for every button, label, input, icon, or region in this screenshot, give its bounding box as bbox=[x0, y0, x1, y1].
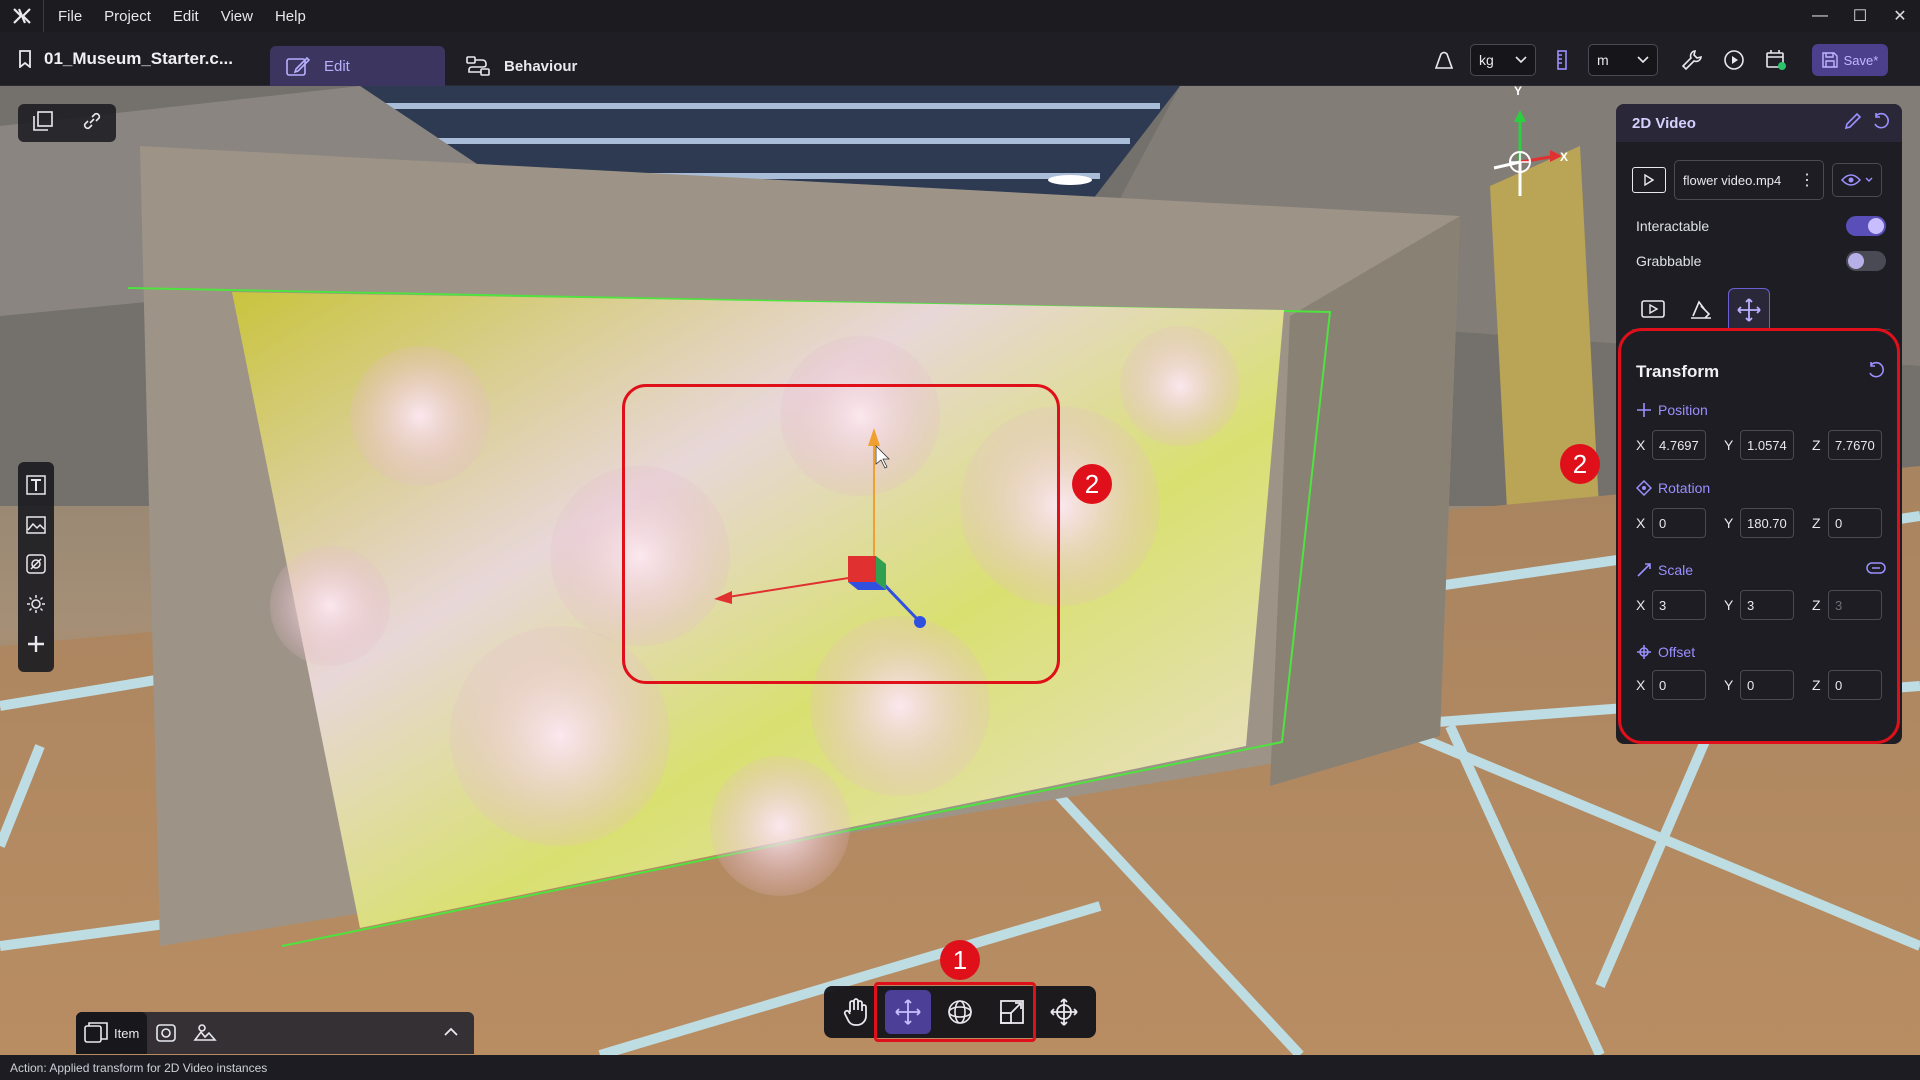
hand-icon bbox=[843, 998, 867, 1026]
length-unit-value: m bbox=[1597, 52, 1609, 68]
media-file-row: flower video.mp4 ⋮ bbox=[1632, 160, 1890, 200]
media-file-select[interactable]: flower video.mp4 ⋮ bbox=[1674, 160, 1824, 200]
material-icon bbox=[1691, 300, 1711, 319]
tab-media[interactable] bbox=[1632, 288, 1674, 330]
link-icon[interactable] bbox=[82, 111, 102, 136]
more-icon[interactable]: ⋮ bbox=[1799, 170, 1815, 190]
panel-title: 2D Video bbox=[1632, 114, 1696, 132]
ruler-icon bbox=[1546, 44, 1578, 76]
grabbable-toggle[interactable] bbox=[1846, 251, 1886, 271]
item-icon bbox=[84, 1022, 108, 1043]
mass-unit-value: kg bbox=[1479, 52, 1494, 68]
grabbable-label: Grabbable bbox=[1636, 253, 1702, 269]
tab-edit-label: Edit bbox=[324, 57, 350, 75]
text-tool-icon[interactable] bbox=[26, 475, 46, 500]
project-title[interactable]: 01_Museum_Starter.c... bbox=[18, 44, 233, 74]
annotation-marker-2: 2 bbox=[1072, 464, 1112, 504]
interactable-label: Interactable bbox=[1636, 218, 1710, 234]
close-button[interactable]: ✕ bbox=[1880, 0, 1920, 32]
menu-view[interactable]: View bbox=[210, 8, 264, 25]
chevron-down-icon bbox=[1515, 56, 1527, 64]
length-unit-select[interactable]: m bbox=[1588, 44, 1658, 76]
light-tool-icon[interactable] bbox=[26, 594, 46, 619]
camera-icon bbox=[156, 1024, 177, 1042]
annotation-box-transform bbox=[1618, 328, 1900, 744]
save-button[interactable]: Save* bbox=[1812, 44, 1888, 76]
panel-header: 2D Video bbox=[1616, 104, 1902, 142]
tab-item-label: Item bbox=[114, 1025, 140, 1041]
reset-icon[interactable] bbox=[1872, 112, 1890, 134]
add-icon[interactable] bbox=[26, 634, 46, 659]
tab-transform[interactable] bbox=[1728, 288, 1770, 330]
edit-icon bbox=[286, 56, 310, 76]
move-icon bbox=[1737, 297, 1761, 322]
add-tools-bar bbox=[18, 462, 54, 672]
wrench-icon[interactable] bbox=[1676, 44, 1708, 76]
tab-material[interactable] bbox=[1680, 288, 1722, 330]
image-tool-icon[interactable] bbox=[26, 515, 46, 540]
menu-project[interactable]: Project bbox=[93, 8, 162, 25]
status-bar: Action: Applied transform for 2D Video i… bbox=[0, 1055, 1920, 1080]
flow-icon bbox=[466, 56, 490, 76]
tab-behaviour[interactable]: Behaviour bbox=[450, 46, 593, 86]
interactable-toggle[interactable] bbox=[1846, 216, 1886, 236]
project-name: 01_Museum_Starter.c... bbox=[44, 49, 233, 68]
media-file-name: flower video.mp4 bbox=[1683, 172, 1782, 188]
universal-icon bbox=[1050, 998, 1078, 1026]
environment-icon bbox=[193, 1024, 218, 1041]
app-logo bbox=[0, 0, 44, 32]
video-icon bbox=[1632, 167, 1666, 193]
annotation-marker-2: 2 bbox=[1560, 444, 1600, 484]
play-icon[interactable] bbox=[1718, 44, 1750, 76]
annotation-box-gizmo bbox=[622, 384, 1060, 684]
chevron-up-icon[interactable] bbox=[444, 1024, 458, 1042]
annotation-box-tools bbox=[874, 982, 1036, 1042]
grabbable-row: Grabbable bbox=[1636, 251, 1886, 271]
mass-unit-select[interactable]: kg bbox=[1470, 44, 1536, 76]
menu-bar: File Project Edit View Help — ☐ ✕ bbox=[0, 0, 1920, 32]
bookmark-icon bbox=[19, 50, 31, 68]
panel-tabs bbox=[1632, 288, 1890, 330]
tab-environment[interactable] bbox=[185, 1012, 225, 1054]
chevron-down-icon bbox=[1865, 177, 1873, 182]
status-text: Action: Applied transform for 2D Video i… bbox=[10, 1061, 268, 1075]
save-icon bbox=[1821, 52, 1838, 68]
shape-tool-icon[interactable] bbox=[26, 554, 46, 579]
top-toolbar: 01_Museum_Starter.c... Edit Behaviour kg… bbox=[0, 32, 1920, 86]
maximize-button[interactable]: ☐ bbox=[1840, 0, 1880, 32]
eye-icon bbox=[1841, 174, 1861, 186]
visibility-select[interactable] bbox=[1832, 163, 1882, 197]
weight-icon bbox=[1428, 44, 1460, 76]
bottom-panel-tabs: Item bbox=[76, 1012, 474, 1054]
tab-behaviour-label: Behaviour bbox=[504, 57, 578, 75]
tab-edit[interactable]: Edit bbox=[270, 46, 445, 86]
gizmo-x-label: X bbox=[1560, 150, 1569, 164]
video-icon bbox=[1641, 300, 1665, 318]
annotation-marker-1: 1 bbox=[940, 940, 980, 980]
unit-controls: kg m Save* bbox=[1428, 44, 1888, 76]
gizmo-y-label: Y bbox=[1514, 86, 1523, 98]
publish-icon[interactable] bbox=[1760, 44, 1792, 76]
menu-edit[interactable]: Edit bbox=[162, 8, 210, 25]
duplicate-icon[interactable] bbox=[32, 110, 53, 136]
menu-help[interactable]: Help bbox=[264, 8, 317, 25]
interactable-row: Interactable bbox=[1636, 216, 1886, 236]
universal-tool-button[interactable] bbox=[1041, 990, 1087, 1034]
tab-camera[interactable] bbox=[147, 1012, 185, 1054]
menu-file[interactable]: File bbox=[44, 8, 93, 25]
viewport-quick-tools bbox=[18, 104, 116, 142]
minimize-button[interactable]: — bbox=[1800, 0, 1840, 32]
pencil-icon[interactable] bbox=[1844, 112, 1862, 134]
tab-item[interactable]: Item bbox=[76, 1012, 148, 1054]
pan-tool-button[interactable] bbox=[833, 990, 879, 1034]
save-label: Save* bbox=[1843, 52, 1879, 68]
chevron-down-icon bbox=[1637, 56, 1649, 64]
